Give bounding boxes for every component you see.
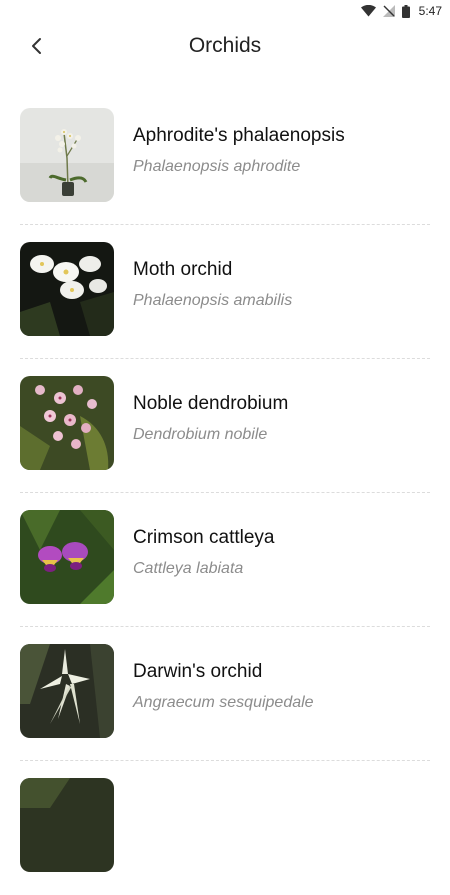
orchid-thumbnail	[20, 108, 114, 202]
orchid-scientific-name: Phalaenopsis aphrodite	[133, 158, 301, 175]
list-item[interactable]: Moth orchid Phalaenopsis amabilis	[0, 225, 450, 359]
back-button[interactable]	[22, 34, 52, 62]
wifi-icon	[360, 5, 376, 17]
list-item[interactable]: Crimson cattleya Cattleya labiata	[0, 493, 450, 627]
list-item[interactable]	[0, 761, 450, 895]
no-signal-icon	[382, 5, 395, 17]
orchid-common-name: Noble dendrobium	[133, 393, 289, 414]
orchid-common-name: Darwin's orchid	[133, 661, 263, 682]
status-time: 5:47	[418, 4, 442, 18]
list-item[interactable]: Noble dendrobium Dendrobium nobile	[0, 359, 450, 493]
battery-icon	[401, 4, 410, 18]
orchid-common-name: Moth orchid	[133, 259, 233, 280]
orchid-thumbnail	[20, 510, 114, 604]
list-item[interactable]: Aphrodite's phalaenopsis Phalaenopsis ap…	[0, 91, 450, 225]
orchid-common-name: Crimson cattleya	[133, 527, 275, 548]
orchid-thumbnail	[20, 376, 114, 470]
orchid-scientific-name: Angraecum sesquipedale	[133, 694, 314, 711]
status-bar: 5:47	[0, 0, 450, 22]
page-title: Orchids	[188, 34, 262, 57]
orchid-thumbnail	[20, 242, 114, 336]
chevron-left-icon	[30, 37, 44, 60]
orchid-scientific-name: Cattleya labiata	[133, 560, 244, 577]
orchid-common-name: Aphrodite's phalaenopsis	[133, 125, 345, 146]
orchid-thumbnail	[20, 778, 114, 872]
app-bar: Orchids	[0, 22, 450, 74]
list-item[interactable]: Darwin's orchid Angraecum sesquipedale	[0, 627, 450, 761]
orchid-thumbnail	[20, 644, 114, 738]
orchid-list: Aphrodite's phalaenopsis Phalaenopsis ap…	[0, 91, 450, 895]
orchid-scientific-name: Dendrobium nobile	[133, 426, 268, 443]
orchid-scientific-name: Phalaenopsis amabilis	[133, 292, 293, 309]
